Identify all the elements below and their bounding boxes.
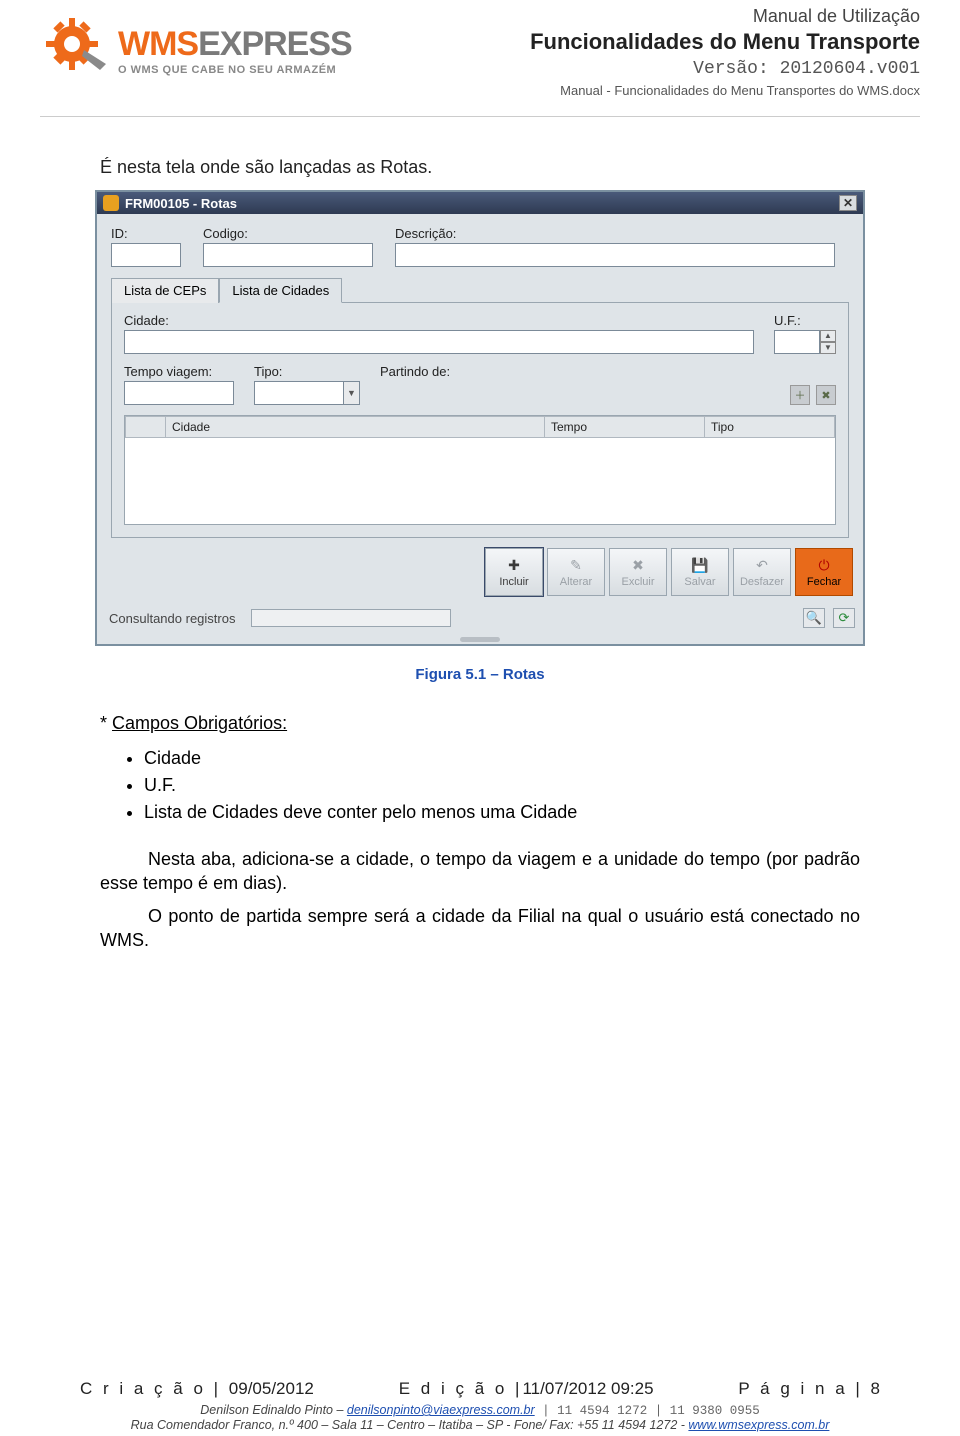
tipo-dropdown-icon[interactable]: ▼	[344, 381, 360, 405]
gear-icon	[40, 6, 110, 76]
intro-text: É nesta tela onde são lançadas as Rotas.	[100, 157, 880, 178]
tempo-viagem-input[interactable]	[124, 381, 234, 405]
address-text: Rua Comendador Franco, n.º 400 – Sala 11…	[131, 1418, 689, 1432]
doc-title: Manual de Utilização	[530, 6, 920, 27]
codigo-label: Codigo:	[203, 226, 373, 241]
tab-lista-ceps[interactable]: Lista de CEPs	[111, 278, 219, 303]
app-window: FRM00105 - Rotas ✕ ID: Codigo: Descrição…	[95, 190, 865, 646]
save-icon: 💾	[690, 556, 710, 574]
list-item: U.F.	[144, 775, 860, 796]
window-icon	[103, 195, 119, 211]
pagina-label: P á g i n a |	[738, 1379, 870, 1398]
header-titles: Manual de Utilização Funcionalidades do …	[530, 6, 920, 98]
id-label: ID:	[111, 226, 181, 241]
uf-label: U.F.:	[774, 313, 836, 328]
page-header: WMSEXPRESS O WMS QUE CABE NO SEU ARMAZÉM…	[40, 0, 920, 117]
doc-subtitle: Funcionalidades do Menu Transporte	[530, 29, 920, 55]
logo-text: WMSEXPRESS	[118, 25, 352, 64]
tipo-input[interactable]	[254, 381, 344, 405]
tempo-viagem-label: Tempo viagem:	[124, 364, 234, 379]
tipo-label: Tipo:	[254, 364, 360, 379]
logo-slogan: O WMS QUE CABE NO SEU ARMAZÉM	[118, 64, 352, 76]
uf-spin-down[interactable]: ▼	[820, 342, 836, 354]
descricao-input[interactable]	[395, 243, 835, 267]
undo-icon: ↶	[752, 556, 772, 574]
partindo-label: Partindo de:	[380, 364, 450, 379]
excluir-label: Excluir	[621, 576, 654, 588]
excluir-button[interactable]: ✖ Excluir	[609, 548, 667, 596]
x-icon: ✖	[628, 556, 648, 574]
codigo-input[interactable]	[203, 243, 373, 267]
cidades-grid[interactable]: Cidade Tempo Tipo	[124, 415, 836, 525]
fechar-label: Fechar	[807, 576, 841, 588]
grid-col-tipo[interactable]: Tipo	[705, 417, 835, 438]
edicao-value: 11/07/2012 09:25	[522, 1379, 653, 1398]
close-icon[interactable]: ✕	[839, 195, 857, 211]
paragraph: Nesta aba, adiciona-se a cidade, o tempo…	[100, 847, 860, 896]
list-item: Cidade	[144, 748, 860, 769]
page-footer: C r i a ç ã o | 09/05/2012 E d i ç ã o |…	[0, 1379, 960, 1432]
add-row-icon[interactable]: ＋	[790, 385, 810, 405]
pencil-icon: ✎	[566, 556, 586, 574]
grid-col-tempo[interactable]: Tempo	[545, 417, 705, 438]
author-email[interactable]: denilsonpinto@viaexpress.com.br	[347, 1403, 535, 1417]
list-item: Lista de Cidades deve conter pelo menos …	[144, 802, 860, 823]
alterar-button[interactable]: ✎ Alterar	[547, 548, 605, 596]
paragraph: O ponto de partida sempre será a cidade …	[100, 904, 860, 953]
id-input[interactable]	[111, 243, 181, 267]
edicao-label: E d i ç ã o |	[399, 1379, 523, 1398]
desfazer-button[interactable]: ↶ Desfazer	[733, 548, 791, 596]
grid-col-cidade[interactable]: Cidade	[166, 417, 545, 438]
section-heading: * Campos Obrigatórios:	[100, 713, 860, 734]
criacao-value: 09/05/2012	[229, 1379, 314, 1398]
pagina-value: 8	[871, 1379, 880, 1398]
fechar-button[interactable]: ⏻ Fechar	[795, 548, 853, 596]
uf-input[interactable]	[774, 330, 820, 354]
descricao-label: Descrição:	[395, 226, 835, 241]
incluir-label: Incluir	[499, 576, 528, 588]
status-text: Consultando registros	[105, 609, 239, 628]
desfazer-label: Desfazer	[740, 576, 784, 588]
plus-icon: ✚	[504, 556, 524, 574]
website-link[interactable]: www.wmsexpress.com.br	[688, 1418, 829, 1432]
action-toolbar: ✚ Incluir ✎ Alterar ✖ Excluir 💾 Salvar ↶…	[97, 538, 863, 604]
uf-spin-up[interactable]: ▲	[820, 330, 836, 342]
window-titlebar: FRM00105 - Rotas ✕	[97, 192, 863, 214]
author-name: Denilson Edinaldo Pinto –	[200, 1403, 347, 1417]
refresh-icon[interactable]: ⟳	[833, 608, 855, 628]
cidade-label: Cidade:	[124, 313, 754, 328]
progress-bar	[251, 609, 451, 627]
bullet-list: Cidade U.F. Lista de Cidades deve conter…	[100, 748, 860, 823]
alterar-label: Alterar	[560, 576, 592, 588]
salvar-button[interactable]: 💾 Salvar	[671, 548, 729, 596]
cidade-input[interactable]	[124, 330, 754, 354]
resize-grip[interactable]	[97, 634, 863, 644]
doc-version: Versão: 20120604.v001	[530, 59, 920, 79]
window-title: FRM00105 - Rotas	[125, 196, 237, 211]
logo-block: WMSEXPRESS O WMS QUE CABE NO SEU ARMAZÉM	[40, 6, 380, 76]
delete-row-icon[interactable]: ✖	[816, 385, 836, 405]
salvar-label: Salvar	[684, 576, 715, 588]
power-icon: ⏻	[814, 556, 834, 574]
search-icon[interactable]: 🔍	[803, 608, 825, 628]
incluir-button[interactable]: ✚ Incluir	[485, 548, 543, 596]
tab-lista-cidades[interactable]: Lista de Cidades	[219, 278, 342, 303]
criacao-label: C r i a ç ã o |	[80, 1379, 229, 1398]
author-phones: | 11 4594 1272 | 11 9380 0955	[535, 1404, 760, 1418]
doc-filename: Manual - Funcionalidades do Menu Transpo…	[530, 83, 920, 98]
grid-col-stub	[126, 417, 166, 438]
figure-caption: Figura 5.1 – Rotas	[40, 666, 920, 683]
